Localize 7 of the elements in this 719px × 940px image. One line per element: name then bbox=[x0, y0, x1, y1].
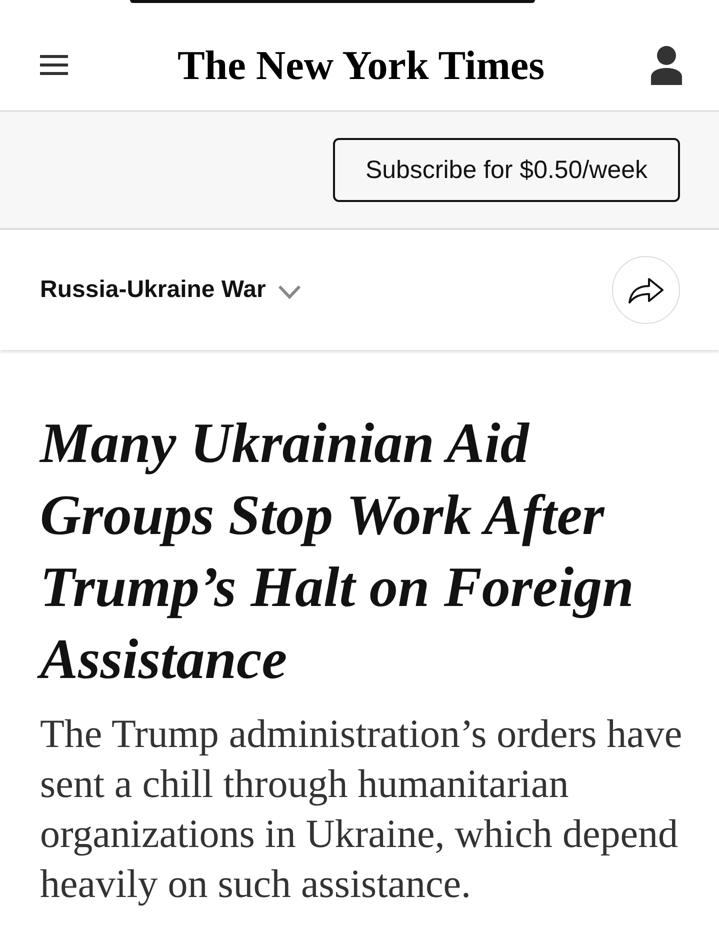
share-icon bbox=[628, 276, 664, 304]
article-summary: The Trump administration’s orders have sent a chill through humanitarian organizations in Ukraine, which depend heavily on such assistance. bbox=[40, 710, 684, 908]
section-menu-button[interactable]: Russia-Ukraine War bbox=[40, 276, 301, 304]
menu-icon[interactable] bbox=[40, 55, 68, 75]
person-icon[interactable] bbox=[651, 46, 682, 84]
subscribe-button[interactable]: Subscribe for $0.50/week bbox=[333, 138, 680, 202]
site-logo[interactable]: The New York Times bbox=[177, 44, 545, 86]
